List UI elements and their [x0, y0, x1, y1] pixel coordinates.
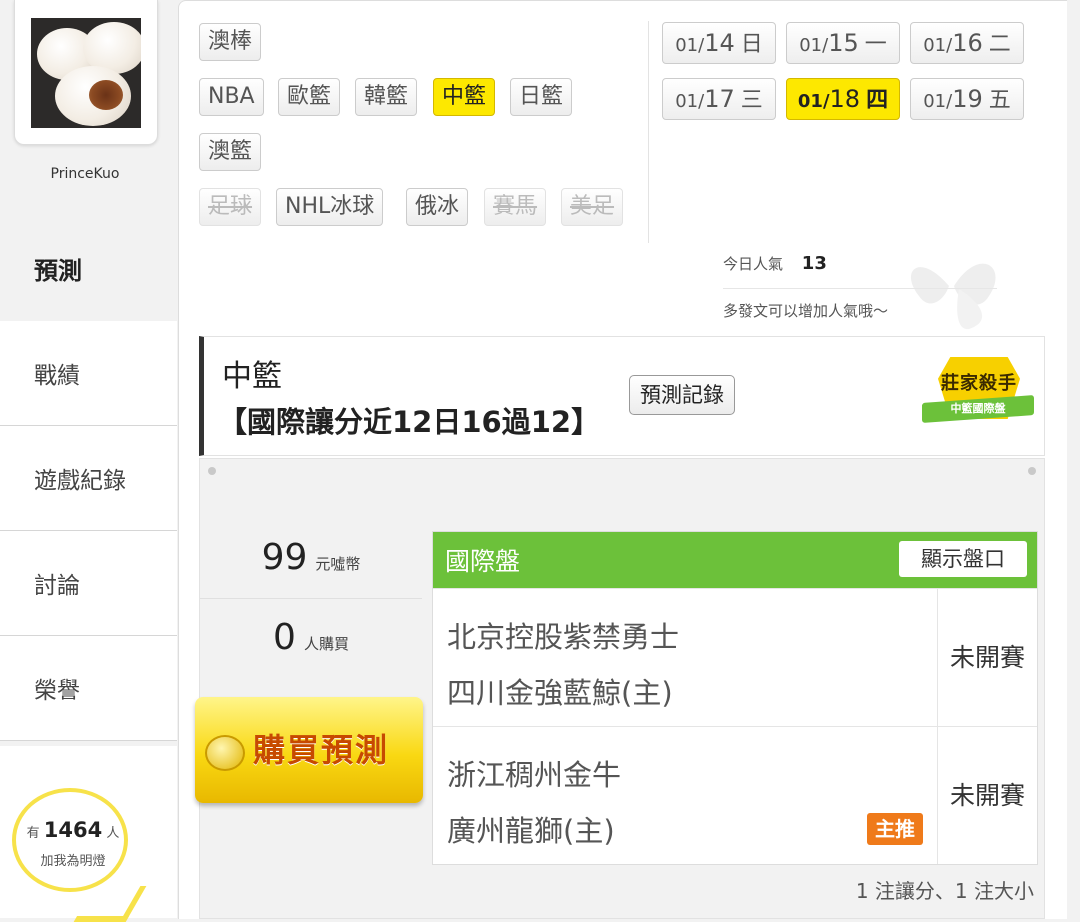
table-row: 浙江稠州金牛 廣州龍獅(主) 主推 未開賽 — [433, 726, 1037, 864]
sport-tab-euro-basketball[interactable]: 歐籃 — [278, 78, 341, 116]
home-team: 廣州龍獅(主) — [447, 814, 615, 848]
badge-title: 莊家殺手 — [941, 373, 1017, 394]
sport-tab-aus-basketball[interactable]: 澳籃 — [199, 133, 262, 171]
price: 99 元噓幣 — [200, 519, 422, 599]
prediction-record-button[interactable]: 預測記錄 — [629, 375, 735, 415]
bet-summary: 1 注讓分、1 注大小 — [855, 879, 1034, 903]
nav-item-game-log[interactable]: 遊戲紀錄 — [0, 426, 177, 531]
nav-item-predict[interactable]: 預測 — [0, 216, 177, 321]
fans-suffix: 人 — [106, 826, 120, 841]
prediction-header: 中籃 【國際讓分近12日16過12】 預測記錄 莊家殺手 中籃國際盤 — [199, 336, 1045, 456]
butterfly-decoration-icon — [910, 263, 996, 330]
date-button[interactable]: 01/19 五 — [910, 78, 1024, 120]
date-button[interactable]: 01/17 三 — [662, 78, 776, 120]
games-table: 國際盤 顯示盤口 北京控股紫禁勇士 四川金強藍鯨(主) 未開賽 浙江稠州金牛 廣… — [432, 531, 1038, 865]
pin-icon — [1028, 467, 1036, 475]
badge-subtitle: 中籃國際盤 — [950, 402, 1006, 415]
prediction-content: 99 元噓幣 0 人購買 購買預測 國際盤 顯示盤口 北京控股紫禁勇士 四川金強藍鯨… — [195, 458, 1045, 919]
home-team: 四川金強藍鯨(主) — [447, 676, 673, 710]
popularity: 今日人氣 13 — [723, 253, 827, 274]
buy-prediction-label: 購買預測 — [253, 731, 390, 769]
fans-count[interactable]: 有 1464 人 — [14, 816, 132, 848]
away-team: 北京控股紫禁勇士 — [447, 620, 680, 654]
table-header: 國際盤 顯示盤口 — [433, 532, 1037, 588]
buy-prediction-button[interactable]: 購買預測 — [195, 697, 423, 803]
sport-tab-aus-baseball[interactable]: 澳棒 — [199, 23, 262, 61]
sport-tab-china-basketball[interactable]: 中籃 — [433, 78, 496, 116]
main-pick-badge: 主推 — [867, 813, 923, 845]
buyers-unit: 人購買 — [303, 635, 349, 653]
price-unit: 元噓幣 — [315, 555, 361, 573]
nav-item-honor[interactable]: 榮譽 — [0, 636, 177, 741]
main-panel: 澳棒 NBA 歐籃 韓籃 中籃 日籃 澳籃 足球 NHL冰球 俄冰 賽馬 美足 … — [178, 0, 1067, 919]
match-status: 未開賽 — [937, 727, 1037, 864]
popularity-tip: 多發文可以增加人氣哦～ — [723, 302, 889, 320]
follow-link[interactable]: 加我為明燈 — [14, 850, 132, 869]
table-title: 國際盤 — [445, 547, 521, 576]
sport-tab-korea-basketball[interactable]: 韓籃 — [355, 78, 418, 116]
sport-tab-horse-racing: 賽馬 — [484, 188, 547, 226]
date-button[interactable]: 01/15 一 — [786, 22, 900, 64]
match-status: 未開賽 — [937, 589, 1037, 726]
date-button-selected[interactable]: 01/18 四 — [786, 78, 900, 120]
table-row: 北京控股紫禁勇士 四川金強藍鯨(主) 未開賽 — [433, 588, 1037, 726]
sport-tab-nba[interactable]: NBA — [199, 78, 264, 116]
purchase-stats: 99 元噓幣 0 人購買 — [200, 519, 422, 679]
popularity-label: 今日人氣 — [723, 255, 784, 273]
category-title: 中籃 — [222, 359, 282, 394]
divider — [648, 21, 649, 243]
away-team: 浙江稠州金牛 — [447, 758, 622, 792]
nav-item-discussion[interactable]: 討論 — [0, 531, 177, 636]
side-nav: 預測 戰績 遊戲紀錄 討論 榮譽 — [0, 216, 177, 741]
coin-icon — [205, 735, 245, 771]
match-teams: 浙江稠州金牛 廣州龍獅(主) — [447, 747, 621, 859]
match-teams: 北京控股紫禁勇士 四川金強藍鯨(主) — [447, 609, 679, 721]
pin-icon — [208, 467, 216, 475]
popularity-value: 13 — [801, 253, 827, 274]
fans-number: 1464 — [43, 818, 103, 842]
sport-tab-russia-hockey[interactable]: 俄冰 — [406, 188, 469, 226]
profile-card[interactable] — [14, 0, 158, 145]
fans-prefix: 有 — [26, 826, 40, 841]
buyers: 0 人購買 — [200, 599, 422, 679]
avatar[interactable] — [31, 18, 141, 128]
sport-tab-us-football: 美足 — [561, 188, 624, 226]
show-odds-button[interactable]: 顯示盤口 — [899, 541, 1027, 577]
divider — [723, 288, 997, 289]
dealer-killer-badge: 莊家殺手 中籃國際盤 — [922, 349, 1034, 429]
nav-item-record[interactable]: 戰績 — [0, 321, 177, 426]
date-button[interactable]: 01/16 二 — [910, 22, 1024, 64]
buyers-value: 0 — [273, 617, 296, 658]
price-value: 99 — [261, 537, 308, 578]
username[interactable]: PrinceKuo — [14, 166, 156, 182]
sport-tab-nhl[interactable]: NHL冰球 — [276, 188, 384, 226]
sport-tab-japan-basketball[interactable]: 日籃 — [510, 78, 573, 116]
record-title: 【國際讓分近12日16過12】 — [218, 405, 601, 439]
date-button[interactable]: 01/14 日 — [662, 22, 776, 64]
sport-tab-soccer: 足球 — [199, 188, 262, 226]
